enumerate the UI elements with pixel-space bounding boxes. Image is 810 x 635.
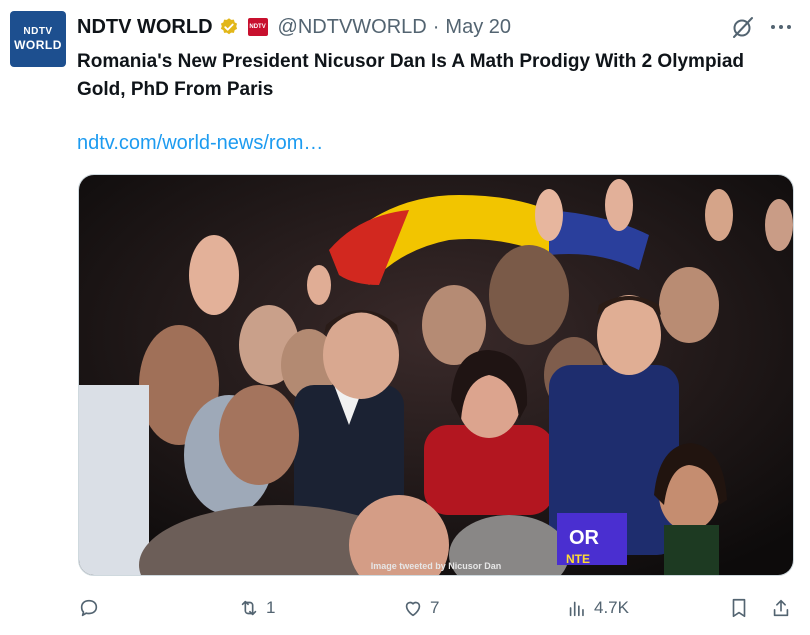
reply-icon	[80, 599, 98, 617]
avatar[interactable]: NDTV WORLD	[10, 11, 66, 67]
reply-button[interactable]	[78, 592, 106, 624]
like-count: 7	[430, 598, 440, 617]
like-button[interactable]: 7	[402, 592, 439, 624]
bookmark-button[interactable]	[728, 592, 750, 624]
heart-icon	[405, 601, 421, 617]
avatar-text-line1: NDTV	[23, 26, 53, 37]
crowd-photo: OR NTE	[79, 175, 793, 575]
tweet-text: Romania's New President Nicusor Dan Is A…	[77, 51, 745, 100]
affiliate-badge-icon: NDTV	[247, 18, 268, 36]
retweet-button[interactable]: 1	[238, 592, 275, 624]
views-button[interactable]: 4.7K	[566, 592, 629, 624]
share-icon	[773, 599, 789, 617]
sign-text-1: OR	[569, 527, 600, 549]
tweet-header: NDTV WORLD NDTV @NDTVWORLD · May 20	[77, 14, 511, 40]
tweet-link[interactable]: ndtv.com/world-news/rom…	[77, 132, 323, 155]
avatar-text-line2: WORLD	[14, 38, 62, 52]
tweet-image[interactable]: OR NTE Image tweeted by Nicusor Dan	[78, 174, 794, 576]
views-count: 4.7K	[594, 598, 629, 617]
share-button[interactable]	[770, 592, 792, 624]
retweet-count: 1	[266, 598, 276, 617]
author-handle[interactable]: @NDTVWORLD	[278, 16, 427, 39]
bookmark-icon	[732, 598, 746, 618]
retweet-icon	[241, 600, 257, 616]
grok-icon[interactable]	[730, 14, 756, 40]
image-caption: Image tweeted by Nicusor Dan	[370, 561, 502, 571]
more-options-icon[interactable]	[768, 14, 794, 40]
verified-badge-icon	[220, 18, 237, 35]
action-bar: 1 7 4.7K	[0, 592, 810, 624]
tweet-date[interactable]: May 20	[445, 16, 511, 39]
author-name[interactable]: NDTV WORLD	[77, 16, 213, 39]
separator-dot: ·	[432, 15, 440, 38]
analytics-icon	[569, 601, 584, 617]
